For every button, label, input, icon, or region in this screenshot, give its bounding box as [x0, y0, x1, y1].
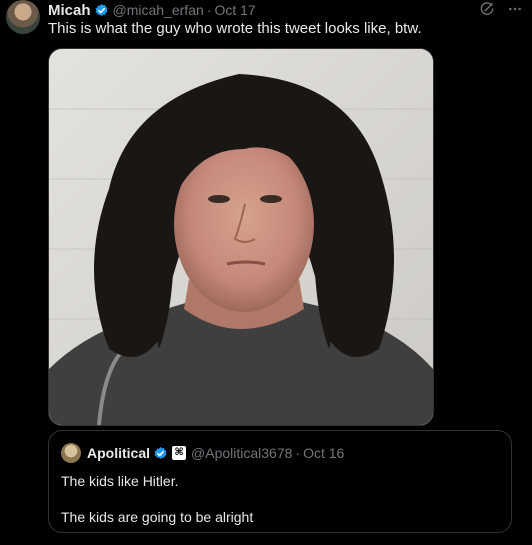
quoted-author-name[interactable]: Apolitical — [87, 445, 150, 461]
quoted-author-avatar[interactable] — [61, 443, 81, 463]
quoted-tweet-date[interactable]: Oct 16 — [303, 445, 344, 461]
more-options-icon[interactable] — [506, 0, 524, 18]
quoted-tweet-text-line1: The kids like Hitler. — [61, 473, 179, 489]
separator-dot: · — [206, 2, 212, 18]
tweet-text: This is what the guy who wrote this twee… — [48, 20, 422, 37]
tweet[interactable]: Micah @micah_erfan · Oct 17 This is what — [0, 0, 532, 545]
affiliate-badge-icon[interactable]: ⌘ — [172, 446, 187, 460]
quoted-author-handle[interactable]: @Apolitical3678 — [191, 445, 292, 461]
tweet-header: Micah @micah_erfan · Oct 17 — [48, 1, 256, 19]
author-handle[interactable]: @micah_erfan — [113, 2, 204, 18]
quoted-separator-dot: · — [295, 445, 301, 461]
quoted-tweet-header: Apolitical ⌘ @Apolitical3678 · Oct 16 — [61, 443, 344, 463]
tweet-media-photo[interactable] — [48, 48, 434, 426]
author-avatar[interactable] — [6, 0, 40, 34]
quoted-verified-badge-icon[interactable] — [153, 446, 168, 461]
tweet-date[interactable]: Oct 17 — [214, 2, 255, 18]
grok-icon[interactable] — [478, 0, 496, 18]
quoted-tweet-text-line2: The kids are going to be alright — [61, 509, 254, 525]
verified-badge-icon[interactable] — [94, 3, 109, 18]
author-name[interactable]: Micah — [48, 2, 91, 19]
quoted-tweet[interactable]: Apolitical ⌘ @Apolitical3678 · Oct 16 Th… — [48, 430, 512, 533]
tweet-actions — [478, 0, 524, 18]
